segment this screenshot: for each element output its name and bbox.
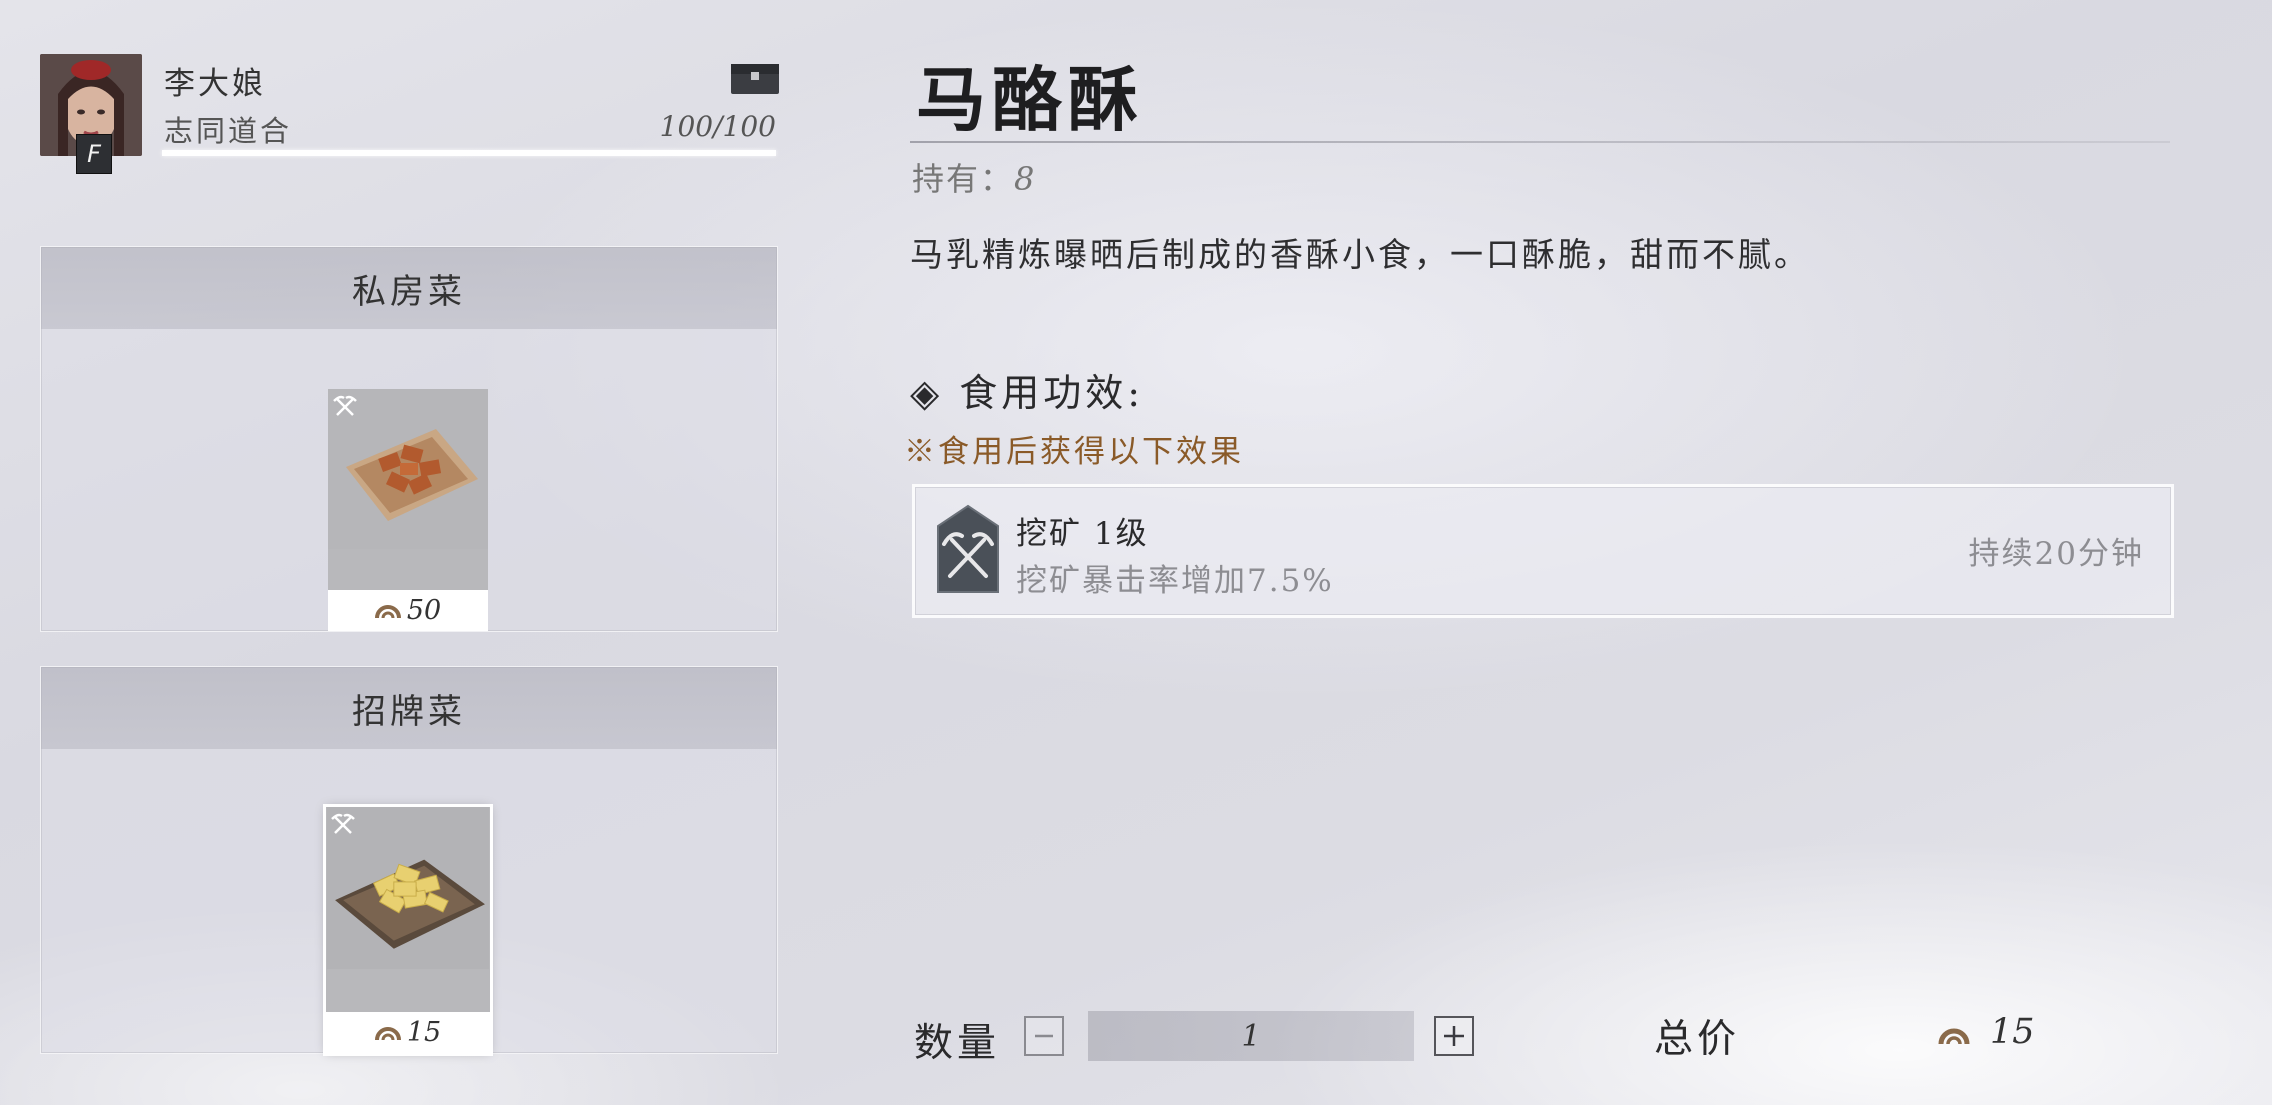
shelf-title: 私房菜 [41,247,777,329]
buff-name: 挖矿 1级 [1016,516,1149,552]
buff-description: 挖矿暴击率增加7.5% [1016,563,1334,599]
coin-icon [374,604,401,618]
quantity-label: 数量 [914,1021,1001,1066]
effects-heading: ◈ 食用功效: [910,371,1145,415]
buff-duration: 持续20分钟 [1968,536,2144,572]
owned-label: 持有： [912,160,1015,198]
npc-relation: 志同道合 [164,114,293,148]
title-divider [910,141,2170,143]
shelf-title: 招牌菜 [41,667,777,749]
pickaxe-icon [333,395,357,416]
dish-price: 15 [406,1017,442,1048]
minus-icon [1035,1034,1053,1038]
total-price-value: 15 [1990,1012,2035,1052]
effects-note: ※食用后获得以下效果 [904,434,1244,470]
coin-icon [374,1026,401,1040]
npc-name: 李大娘 [164,66,266,102]
total-price-label: 总价 [1654,1017,1741,1062]
affinity-value: 100/100 [659,110,776,143]
pickaxe-icon [331,813,355,834]
item-description: 马乳精炼曝晒后制成的香酥小食，一口酥脆，甜而不腻。 [910,235,1810,274]
quantity-plus-button[interactable] [1434,1016,1474,1056]
quantity-minus-button[interactable] [1024,1016,1064,1056]
dish-card[interactable]: 50 [328,389,488,631]
crossed-pickaxes-icon [936,504,1000,594]
npc-rank-badge: F [76,134,112,174]
affinity-bar-fill [162,150,776,156]
dish-price: 50 [406,595,442,626]
chest-icon[interactable] [730,60,780,96]
quantity-input[interactable]: 1 [1088,1011,1414,1061]
owned-count: 持有：8 [912,154,1036,200]
owned-number: 8 [1014,160,1037,198]
shelf-private-dishes: 私房菜 50 [40,246,778,632]
coin-icon [1938,1024,1970,1050]
dish-card-selected[interactable]: 15 [323,804,493,1056]
plus-icon [1444,1026,1464,1046]
dish-price-row: 50 [328,590,488,631]
shelf-signature-dishes: 招牌菜 15 [40,666,778,1056]
item-title: 马酪酥 [916,58,1144,141]
dish-price-row: 15 [326,1012,490,1053]
